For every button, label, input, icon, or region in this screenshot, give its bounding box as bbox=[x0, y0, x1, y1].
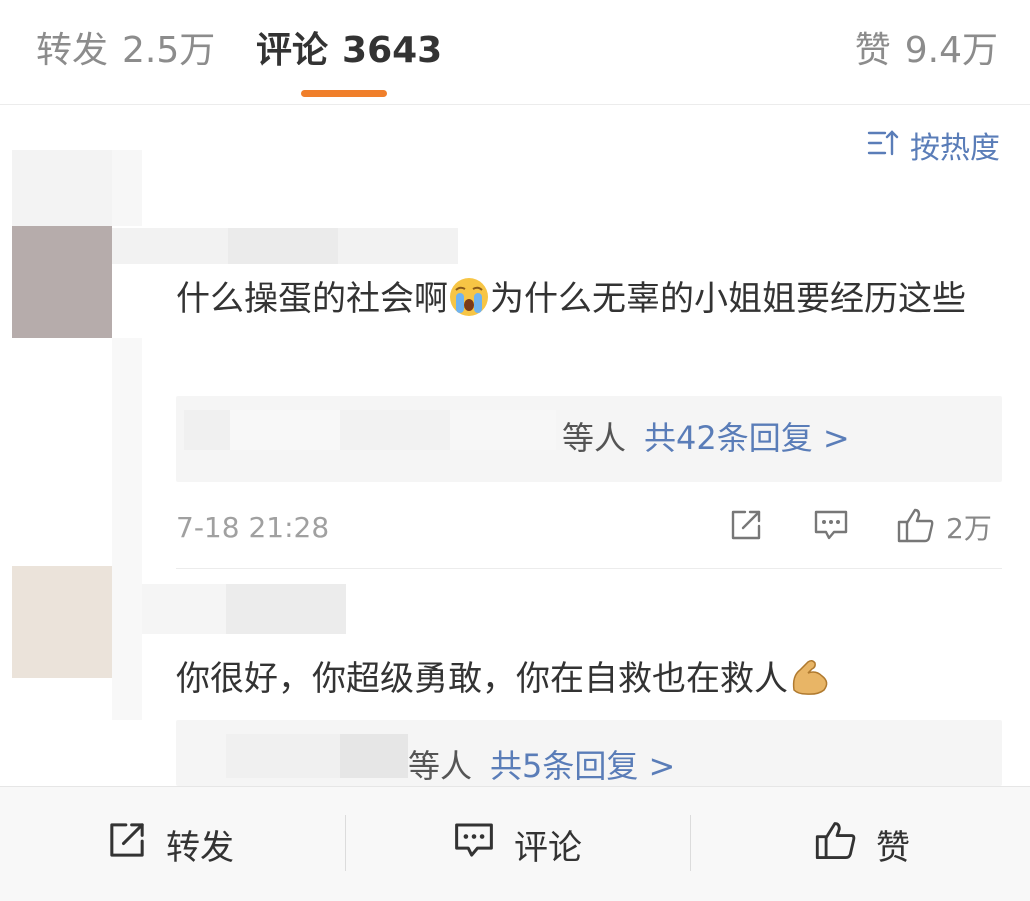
tab-likes-label: 赞 bbox=[854, 30, 891, 71]
tab-comments-label: 评论 bbox=[256, 30, 329, 71]
reply-preview[interactable]: 等人 共5条回复 > bbox=[176, 720, 1002, 786]
reply-suffix: 等人 bbox=[408, 747, 473, 785]
sort-button[interactable]: 按热度 bbox=[866, 128, 1000, 169]
reply-count-link[interactable]: 共5条回复 > bbox=[490, 747, 675, 785]
sort-lines-icon bbox=[866, 128, 900, 169]
tab-comments-count: 3643 bbox=[342, 30, 443, 71]
repost-icon bbox=[728, 507, 764, 547]
repost-label: 转发 bbox=[166, 827, 234, 868]
comment-text: 什么操蛋的社会啊 为什么无辜的小姐姐要经历这些 bbox=[176, 270, 1006, 336]
comment-bubble-icon bbox=[812, 507, 850, 547]
separator bbox=[690, 815, 691, 871]
comment-action[interactable] bbox=[812, 505, 850, 549]
reply-preview[interactable]: 等人 共42条回复 > bbox=[176, 396, 1002, 482]
comment-text-part: 你很好，你超级勇敢，你在自救也在救人 bbox=[176, 659, 788, 699]
comment-text-part: 什么操蛋的社会啊 bbox=[176, 279, 448, 319]
like-label: 赞 bbox=[876, 827, 910, 868]
tab-likes[interactable]: 赞 9.4万 bbox=[855, 28, 998, 74]
reply-suffix: 等人 bbox=[562, 419, 627, 457]
like-count: 2万 bbox=[946, 512, 992, 545]
comment-label: 评论 bbox=[514, 827, 582, 868]
like-action[interactable]: 2万 bbox=[896, 505, 992, 549]
comment-divider bbox=[176, 568, 1002, 569]
repost-button[interactable]: 转发 bbox=[106, 817, 234, 871]
comment-button[interactable]: 评论 bbox=[452, 817, 582, 871]
flexed-biceps-emoji bbox=[788, 656, 832, 716]
tab-likes-count: 9.4万 bbox=[904, 30, 998, 71]
crying-face-emoji bbox=[448, 276, 490, 336]
comment-time: 7-18 21:28 bbox=[176, 511, 330, 544]
tab-bar: 转发 2.5万 评论 3643 赞 9.4万 bbox=[0, 0, 1030, 105]
reply-count-link[interactable]: 共42条回复 > bbox=[644, 419, 850, 457]
separator bbox=[345, 815, 346, 871]
tab-repost[interactable]: 转发 2.5万 bbox=[36, 28, 215, 74]
repost-icon bbox=[106, 819, 148, 870]
like-button[interactable]: 赞 bbox=[814, 817, 910, 871]
comment-text-part: 为什么无辜的小姐姐要经历这些 bbox=[490, 279, 966, 319]
repost-action[interactable] bbox=[728, 505, 764, 549]
comment-bubble-icon bbox=[452, 819, 496, 870]
thumbs-up-icon bbox=[814, 819, 858, 870]
sort-label: 按热度 bbox=[910, 130, 1000, 166]
bottom-action-bar: 转发 评论 赞 bbox=[0, 786, 1030, 901]
thumbs-up-icon bbox=[896, 506, 936, 548]
tab-comments[interactable]: 评论 3643 bbox=[256, 28, 442, 74]
tab-repost-count: 2.5万 bbox=[122, 30, 216, 71]
active-tab-indicator bbox=[301, 90, 387, 97]
comment-text: 你很好，你超级勇敢，你在自救也在救人 bbox=[176, 650, 1006, 716]
tab-repost-label: 转发 bbox=[36, 30, 109, 71]
